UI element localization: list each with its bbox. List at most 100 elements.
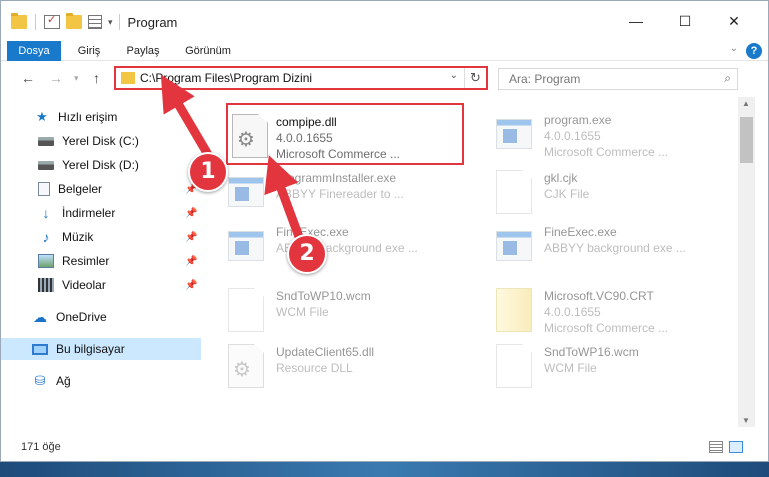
step-badge-1: 1: [188, 152, 228, 192]
sidebar-item-documents[interactable]: Belgeler 📌: [1, 178, 201, 200]
explorer-window: ▾ Program — ☐ ✕ Dosya Giriş Paylaş Görün…: [0, 0, 769, 462]
properties-icon[interactable]: [44, 13, 60, 29]
gear-file-icon: [228, 344, 264, 388]
up-arrow-icon[interactable]: ↑: [93, 70, 100, 86]
pin-icon[interactable]: 📌: [185, 208, 197, 219]
documents-icon: [38, 182, 50, 196]
scroll-thumb[interactable]: [740, 117, 753, 163]
search-box[interactable]: Ara: Program ⌕: [498, 68, 738, 90]
blank-file-icon: [228, 288, 264, 332]
file-tile[interactable]: Microsoft.VC90.CRT 4.0.0.1655 Microsoft …: [472, 279, 712, 341]
file-name: program.exe: [544, 113, 612, 127]
gear-file-icon: [232, 114, 268, 158]
sidebar-item-label: Hızlı erişim: [58, 110, 118, 124]
sidebar-item-local-disk-d[interactable]: Yerel Disk (D:): [1, 154, 201, 176]
tab-file[interactable]: Dosya: [7, 41, 61, 61]
sidebar-item-label: Bu bilgisayar: [56, 342, 125, 356]
file-name: compipe.dll: [276, 115, 337, 129]
pin-icon[interactable]: 📌: [185, 232, 197, 243]
file-description: CJK File: [544, 187, 590, 201]
file-list: compipe.dll 4.0.0.1655 Microsoft Commerc…: [204, 97, 736, 427]
item-count: 171 öğe: [21, 441, 61, 453]
blank-file-icon: [496, 344, 532, 388]
maximize-button[interactable]: ☐: [662, 9, 708, 33]
file-name: SndToWP16.wcm: [544, 345, 639, 359]
sidebar-item-label: Yerel Disk (C:): [62, 134, 139, 148]
file-name: ProgrammInstaller.exe: [276, 171, 397, 185]
pin-icon[interactable]: 📌: [185, 256, 197, 267]
file-tile[interactable]: UpdateClient65.dll Resource DLL: [204, 335, 444, 397]
pin-icon[interactable]: 📌: [185, 280, 197, 291]
sidebar-item-pictures[interactable]: Resimler 📌: [1, 250, 201, 272]
sidebar-item-downloads[interactable]: ↓ İndirmeler 📌: [1, 202, 201, 224]
sidebar-item-label: Müzik: [62, 230, 94, 244]
file-tile[interactable]: gkl.cjk CJK File: [472, 161, 712, 223]
sidebar-item-this-pc[interactable]: Bu bilgisayar: [1, 338, 201, 360]
tab-share[interactable]: Paylaş: [119, 41, 167, 61]
file-description: ABBYY background exe ...: [544, 241, 686, 255]
file-version: 4.0.0.1655: [544, 129, 601, 143]
address-bar[interactable]: C:\Program Files\Program Dizini ⌄ ↻: [114, 66, 488, 90]
tab-view[interactable]: Görünüm: [177, 41, 239, 61]
scroll-up-icon[interactable]: ▲: [742, 99, 750, 108]
large-icons-view-icon[interactable]: [729, 441, 743, 453]
view-options-icon[interactable]: [88, 15, 102, 29]
quick-access-toolbar: ▾ Program: [11, 13, 177, 31]
file-version: 4.0.0.1655: [544, 305, 601, 319]
navigation-bar: ← → ▾ ↑ C:\Program Files\Program Dizini …: [1, 62, 768, 96]
back-arrow-icon[interactable]: ←: [21, 70, 35, 86]
exe-icon: [228, 231, 264, 261]
sidebar-item-local-disk-c[interactable]: Yerel Disk (C:): [1, 130, 201, 152]
refresh-icon[interactable]: ↻: [464, 68, 486, 88]
file-tile[interactable]: compipe.dll 4.0.0.1655 Microsoft Commerc…: [226, 103, 464, 165]
file-name: SndToWP10.wcm: [276, 289, 371, 303]
window-title: Program: [127, 14, 178, 30]
status-bar: 171 öğe: [1, 433, 768, 461]
help-icon[interactable]: ?: [746, 43, 762, 59]
search-placeholder[interactable]: Ara: Program: [509, 72, 580, 86]
sidebar-item-music[interactable]: ♪ Müzik 📌: [1, 226, 201, 248]
network-icon: ⛁: [34, 373, 46, 388]
minimize-button[interactable]: —: [613, 9, 659, 33]
tab-home[interactable]: Giriş: [67, 41, 111, 61]
details-view-icon[interactable]: [709, 441, 723, 453]
sidebar-item-label: Yerel Disk (D:): [62, 158, 139, 172]
recent-locations-chevron-icon[interactable]: ▾: [74, 73, 79, 84]
file-description: WCM File: [544, 361, 597, 375]
sidebar-item-label: İndirmeler: [62, 206, 116, 220]
file-company: Microsoft Commerce ...: [544, 145, 669, 159]
disk-icon: [38, 136, 54, 146]
folder-icon: [11, 13, 27, 29]
sidebar-item-label: OneDrive: [56, 310, 107, 324]
close-button[interactable]: ✕: [711, 9, 757, 33]
video-icon: [38, 278, 54, 292]
file-description: WCM File: [276, 305, 329, 319]
search-icon[interactable]: ⌕: [724, 71, 731, 86]
file-tile[interactable]: SndToWP16.wcm WCM File: [472, 335, 712, 397]
sidebar-item-quick-access[interactable]: ★ Hızlı erişim: [1, 106, 201, 128]
file-tile[interactable]: FineExec.exe ABBYY background exe ...: [472, 215, 712, 277]
customize-chevron-icon[interactable]: ▾: [108, 17, 113, 28]
new-folder-icon[interactable]: [66, 13, 82, 29]
sidebar-item-onedrive[interactable]: ☁ OneDrive: [1, 306, 201, 328]
sidebar-item-label: Belgeler: [58, 182, 103, 196]
file-tile[interactable]: program.exe 4.0.0.1655 Microsoft Commerc…: [472, 103, 712, 165]
sidebar-item-network[interactable]: ⛁ Ağ: [1, 370, 201, 392]
file-tile[interactable]: ProgrammInstaller.exe ABBYY Finereader t…: [204, 161, 444, 223]
file-company: Microsoft Commerce ...: [276, 147, 401, 161]
star-icon: ★: [36, 109, 48, 124]
file-name: gkl.cjk: [544, 171, 578, 185]
ribbon-expand-icon[interactable]: ⌄: [730, 43, 738, 54]
address-path[interactable]: C:\Program Files\Program Dizini: [140, 71, 312, 85]
file-tile[interactable]: SndToWP10.wcm WCM File: [204, 279, 444, 341]
address-dropdown-icon[interactable]: ⌄: [450, 70, 458, 81]
exe-icon: [496, 119, 532, 149]
forward-arrow-icon[interactable]: →: [49, 70, 63, 86]
scroll-down-icon[interactable]: ▼: [742, 416, 750, 425]
file-company: Microsoft Commerce ...: [544, 321, 669, 335]
sidebar-item-label: Resimler: [62, 254, 110, 268]
sidebar-item-label: Videolar: [62, 278, 106, 292]
sidebar-item-videos[interactable]: Videolar 📌: [1, 274, 201, 296]
vertical-scrollbar[interactable]: ▲ ▼: [738, 97, 755, 427]
download-icon: ↓: [42, 205, 50, 221]
